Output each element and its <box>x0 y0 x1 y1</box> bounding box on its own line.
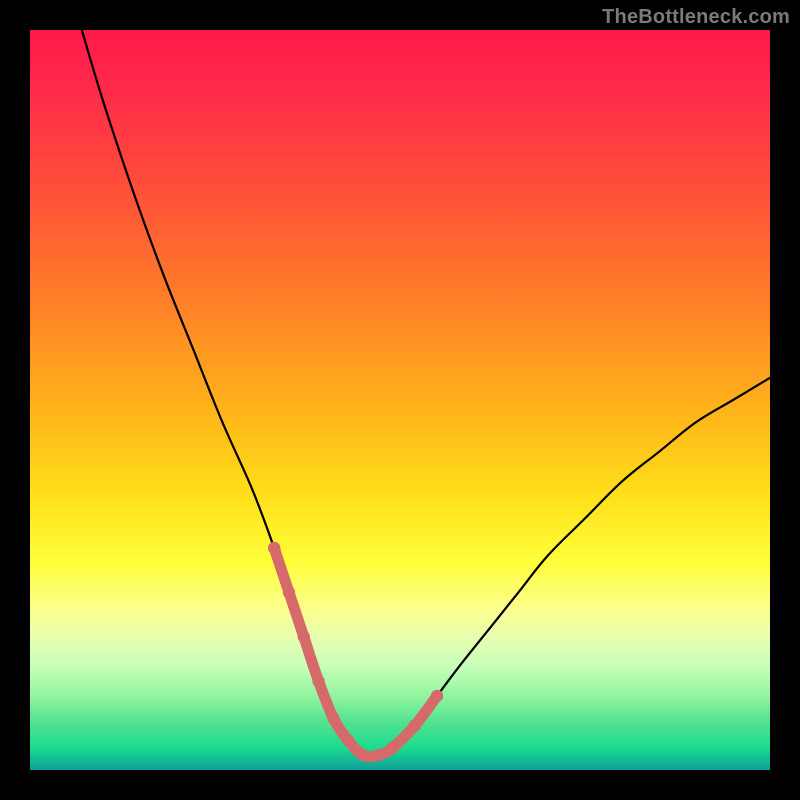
highlight-dot <box>268 542 280 554</box>
highlight-dot <box>372 749 384 761</box>
highlight-dot <box>386 742 398 754</box>
bottleneck-curve <box>82 30 770 757</box>
curve-svg <box>30 30 770 770</box>
highlight-dot <box>357 749 369 761</box>
plot-area <box>30 30 770 770</box>
highlight-dot <box>327 712 339 724</box>
chart-frame: TheBottleneck.com <box>0 0 800 800</box>
highlight-dot <box>283 586 295 598</box>
highlight-dot <box>312 675 324 687</box>
highlight-dot <box>431 690 443 702</box>
bottleneck-highlight-dots <box>268 542 443 762</box>
highlight-dot <box>298 631 310 643</box>
highlight-dot <box>409 719 421 731</box>
highlight-dot <box>342 734 354 746</box>
watermark-text: TheBottleneck.com <box>602 6 790 29</box>
